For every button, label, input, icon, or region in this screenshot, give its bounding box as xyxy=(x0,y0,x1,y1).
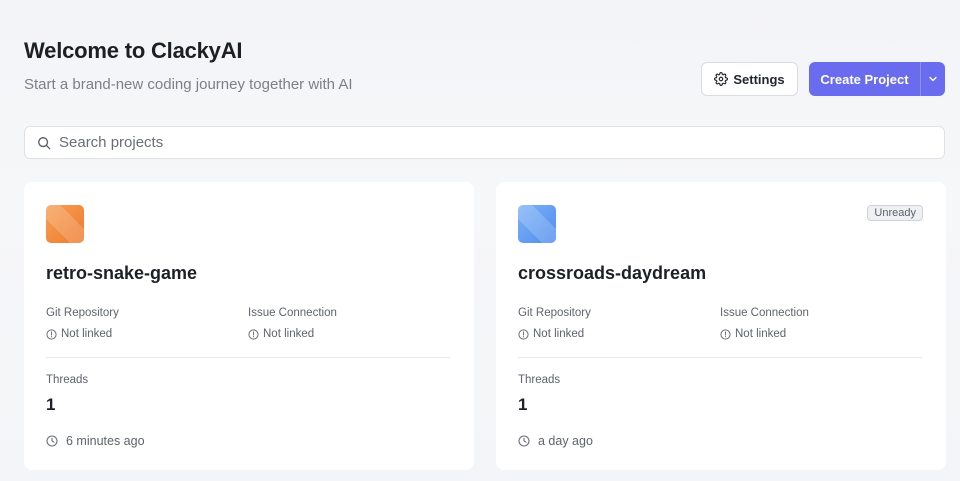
status-badge: Unready xyxy=(867,205,923,221)
settings-label: Settings xyxy=(733,71,785,87)
git-repository-label: Git Repository xyxy=(46,307,119,319)
project-card[interactable]: retro-snake-game Git Repository Issue Co… xyxy=(24,182,474,470)
chevron-down-icon xyxy=(929,76,937,82)
issue-connection-status: Not linked xyxy=(248,328,314,340)
last-updated: a day ago xyxy=(518,434,593,448)
issue-connection-label: Issue Connection xyxy=(248,307,337,319)
project-name[interactable]: retro-snake-game xyxy=(46,263,197,284)
project-card[interactable]: Unready crossroads-daydream Git Reposito… xyxy=(496,182,946,470)
page-title: Welcome to ClackyAI xyxy=(24,38,243,63)
page-subtitle: Start a brand-new coding journey togethe… xyxy=(24,76,353,93)
project-name[interactable]: crossroads-daydream xyxy=(518,263,706,284)
search-icon xyxy=(38,136,51,149)
info-circle-icon xyxy=(248,328,259,340)
threads-count: 1 xyxy=(518,395,528,414)
threads-count: 1 xyxy=(46,395,56,414)
search-bar xyxy=(24,126,945,159)
git-repository-value: Not linked xyxy=(61,328,113,340)
threads-label: Threads xyxy=(518,374,561,386)
create-project-dropdown[interactable] xyxy=(921,62,945,96)
threads-label: Threads xyxy=(46,374,89,386)
search-input[interactable] xyxy=(59,134,944,151)
create-project-button[interactable]: Create Project xyxy=(809,62,920,96)
card-divider xyxy=(518,357,922,358)
issue-connection-value: Not linked xyxy=(263,328,315,340)
issue-connection-label: Issue Connection xyxy=(720,307,809,319)
git-repository-status: Not linked xyxy=(518,328,584,340)
last-updated-text: a day ago xyxy=(538,434,593,448)
info-circle-icon xyxy=(518,328,529,340)
clock-icon xyxy=(46,435,58,447)
issue-connection-value: Not linked xyxy=(735,328,787,340)
gear-icon xyxy=(714,72,729,86)
issue-connection-status: Not linked xyxy=(720,328,786,340)
info-circle-icon xyxy=(46,328,57,340)
settings-button[interactable]: Settings xyxy=(701,62,798,96)
git-repository-label: Git Repository xyxy=(518,307,591,319)
git-repository-value: Not linked xyxy=(533,328,585,340)
orange-project-icon xyxy=(46,205,84,243)
blue-project-icon xyxy=(518,205,556,243)
git-repository-status: Not linked xyxy=(46,328,112,340)
last-updated: 6 minutes ago xyxy=(46,434,145,448)
card-divider xyxy=(46,357,450,358)
clock-icon xyxy=(518,435,530,447)
create-project-group: Create Project xyxy=(809,62,945,96)
last-updated-text: 6 minutes ago xyxy=(66,434,145,448)
info-circle-icon xyxy=(720,328,731,340)
